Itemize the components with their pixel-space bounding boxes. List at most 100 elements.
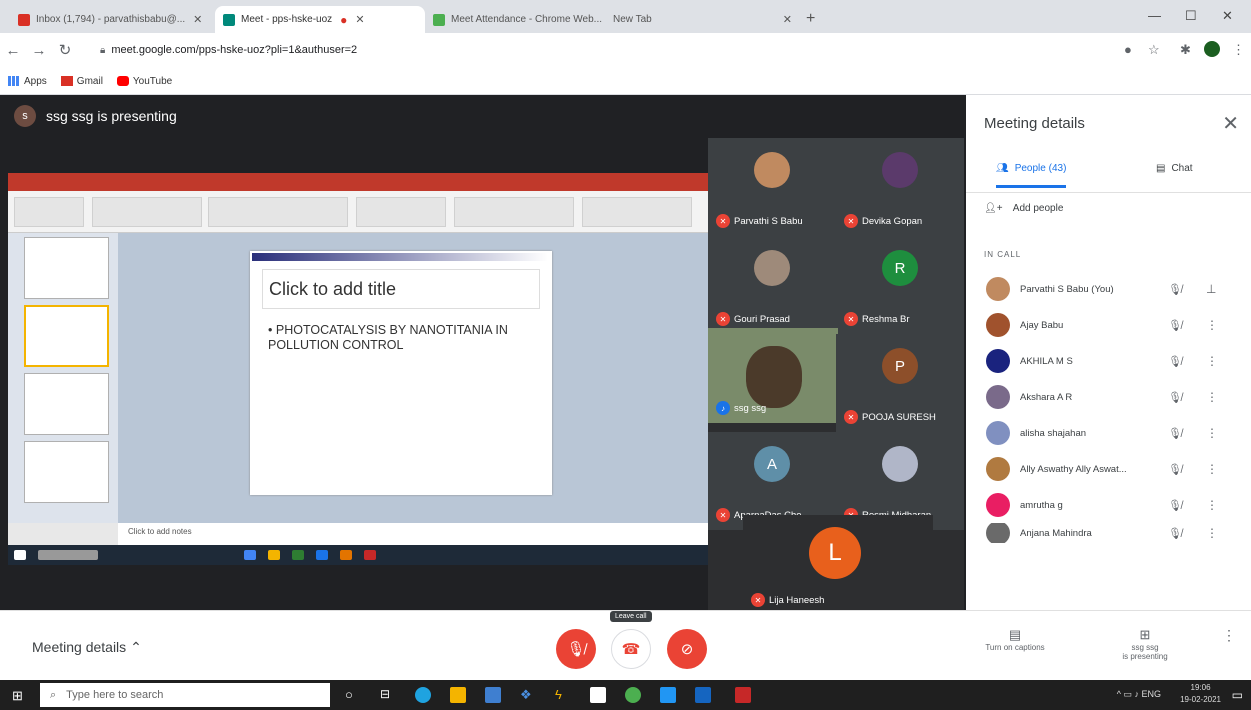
avatar	[986, 349, 1010, 373]
bookmark-youtube[interactable]: YouTube	[116, 76, 172, 87]
menu-icon[interactable]: ⋮	[1232, 42, 1245, 58]
mic-off-icon: 🎙︎̸	[1168, 355, 1182, 368]
presenter-banner: s ssg ssg is presenting	[14, 105, 177, 127]
close-icon[interactable]: ✕	[783, 13, 792, 26]
present-icon: ⊞	[1139, 627, 1151, 642]
list-item[interactable]: Parvathi S Babu (You) 🎙︎̸ ⊥	[966, 271, 1251, 307]
tab-strip: Inbox (1,794) - parvathisbabu@... ✕ Meet…	[0, 0, 1251, 33]
powerpoint-icon[interactable]	[735, 687, 751, 703]
participant-tile-large[interactable]: L ✕ Lija Haneesh	[743, 515, 933, 611]
gmail-icon	[18, 13, 30, 26]
close-icon[interactable]: ✕	[193, 13, 202, 26]
tab-new[interactable]: New Tab ✕	[605, 6, 800, 33]
camera-toggle-button[interactable]: ⊘	[667, 629, 707, 669]
avatar	[986, 493, 1010, 517]
more-icon[interactable]: ⋮	[1206, 462, 1218, 476]
store-icon[interactable]	[485, 687, 501, 703]
new-tab-icon[interactable]: +	[806, 10, 815, 28]
reload-icon[interactable]: ↻	[52, 41, 78, 59]
extensions-icon[interactable]: ✱	[1180, 42, 1191, 58]
app-icon[interactable]	[660, 687, 676, 703]
slide-notes: Click to add notes	[118, 523, 708, 545]
add-people-button[interactable]: 👤︎+ Add people	[984, 203, 1063, 214]
system-tray[interactable]: ^ ▭ ♪ ENG	[1117, 689, 1161, 700]
in-call-heading: IN CALL	[984, 250, 1022, 259]
mic-off-icon: ✕	[751, 593, 765, 607]
participant-avatar: P	[882, 348, 918, 384]
file-explorer-icon[interactable]	[450, 687, 466, 703]
maximize-icon[interactable]: ☐	[1185, 8, 1197, 24]
more-options-icon[interactable]: ⋮	[1222, 627, 1236, 644]
profile-avatar[interactable]	[1204, 41, 1220, 57]
more-icon[interactable]: ⋮	[1206, 390, 1218, 404]
people-icon: 👥︎	[996, 163, 1009, 174]
slide: Click to add title • PHOTOCATALYSIS BY N…	[250, 251, 552, 495]
star-icon[interactable]: ☆	[1148, 42, 1160, 58]
bookmark-apps[interactable]: Apps	[8, 76, 47, 87]
slide-canvas: Click to add title • PHOTOCATALYSIS BY N…	[118, 233, 708, 523]
meeting-details-button[interactable]: Meeting details ⌃	[32, 639, 142, 656]
slide-thumbnail	[24, 237, 109, 299]
more-icon[interactable]: ⋮	[1206, 318, 1218, 332]
list-item[interactable]: alisha shajahan 🎙︎̸ ⋮	[966, 415, 1251, 451]
participant-tile[interactable]: ✕ Gouri Prasad	[708, 236, 836, 334]
participant-tile[interactable]: ✕ Devika Gopan	[836, 138, 964, 236]
bookmark-gmail[interactable]: Gmail	[60, 76, 103, 87]
participant-avatar	[882, 152, 918, 188]
presenter-video-tile[interactable]: ♪ ssg ssg	[708, 328, 838, 423]
lock-app-icon[interactable]	[590, 687, 606, 703]
list-item[interactable]: Akshara A R 🎙︎̸ ⋮	[966, 379, 1251, 415]
presenting-button[interactable]: ⊞ ssg ssg is presenting	[1110, 627, 1180, 661]
tab-people[interactable]: 👥︎ People (43)	[996, 163, 1067, 188]
mic-off-icon: ✕	[716, 508, 730, 522]
list-item[interactable]: Ajay Babu 🎙︎̸ ⋮	[966, 307, 1251, 343]
close-icon[interactable]: ✕	[355, 13, 364, 26]
leave-call-button[interactable]: ☎︎	[611, 629, 651, 669]
list-item[interactable]: Anjana Mahindra 🎙︎̸ ⋮	[966, 523, 1251, 543]
cortana-icon[interactable]: ○	[345, 687, 361, 703]
participant-tile[interactable]: R ✕ Reshma Br	[836, 236, 964, 334]
dropbox-icon[interactable]: ❖	[520, 687, 536, 703]
slide-thumbnail	[24, 305, 109, 367]
taskbar-search[interactable]: ⌕ Type here to search	[40, 683, 330, 707]
avatar	[986, 421, 1010, 445]
clock[interactable]: 19:06 19-02-2021	[1180, 682, 1221, 706]
window-close-icon[interactable]: ✕	[1222, 8, 1233, 24]
tab-chat[interactable]: ▤ Chat	[1156, 163, 1193, 174]
list-item[interactable]: amrutha g 🎙︎̸ ⋮	[966, 487, 1251, 523]
chrome-icon[interactable]	[625, 687, 641, 703]
lightning-icon[interactable]: ϟ	[555, 687, 571, 703]
tab-meet-attendance[interactable]: Meet Attendance - Chrome Web... ✕	[425, 6, 605, 33]
app-icon[interactable]	[695, 687, 711, 703]
participant-avatar	[754, 250, 790, 286]
mic-off-icon: ✕	[716, 312, 730, 326]
more-icon[interactable]: ⋮	[1206, 426, 1218, 440]
list-item[interactable]: AKHILA M S 🎙︎̸ ⋮	[966, 343, 1251, 379]
mic-off-icon: ✕	[844, 312, 858, 326]
back-icon[interactable]: ←	[0, 42, 26, 59]
camera-icon[interactable]: ●	[1124, 42, 1132, 57]
mic-toggle-button[interactable]: 🎙︎̸	[556, 629, 596, 669]
gmail-icon	[60, 76, 73, 86]
captions-button[interactable]: ▤ Turn on captions	[980, 627, 1050, 652]
pin-icon[interactable]: ⊥	[1206, 282, 1216, 296]
tab-gmail[interactable]: Inbox (1,794) - parvathisbabu@... ✕	[10, 6, 215, 33]
address-bar[interactable]: 🔒︎ meet.google.com/pps-hske-uoz?pli=1&au…	[100, 38, 1100, 62]
lock-icon: 🔒︎	[100, 44, 106, 56]
browser-chrome: Inbox (1,794) - parvathisbabu@... ✕ Meet…	[0, 0, 1251, 95]
task-view-icon[interactable]: ⊟	[380, 687, 396, 703]
more-icon[interactable]: ⋮	[1206, 354, 1218, 368]
participant-tile[interactable]: ✕ Parvathi S Babu	[708, 138, 836, 236]
minimize-icon[interactable]: —	[1148, 8, 1161, 23]
forward-icon[interactable]: →	[26, 42, 52, 59]
slide-thumbnails	[8, 233, 118, 523]
more-icon[interactable]: ⋮	[1206, 526, 1218, 540]
windows-start-icon[interactable]: ⊞	[12, 688, 23, 704]
more-icon[interactable]: ⋮	[1206, 498, 1218, 512]
notifications-icon[interactable]: ▭	[1232, 688, 1243, 702]
close-icon[interactable]: ✕	[1222, 111, 1239, 136]
tab-meet[interactable]: Meet - pps-hske-uoz ● ✕	[215, 6, 425, 33]
list-item[interactable]: Ally Aswathy Ally Aswat... 🎙︎̸ ⋮	[966, 451, 1251, 487]
participant-tile[interactable]: P ✕ POOJA SURESH	[836, 334, 964, 432]
edge-icon[interactable]	[415, 687, 431, 703]
